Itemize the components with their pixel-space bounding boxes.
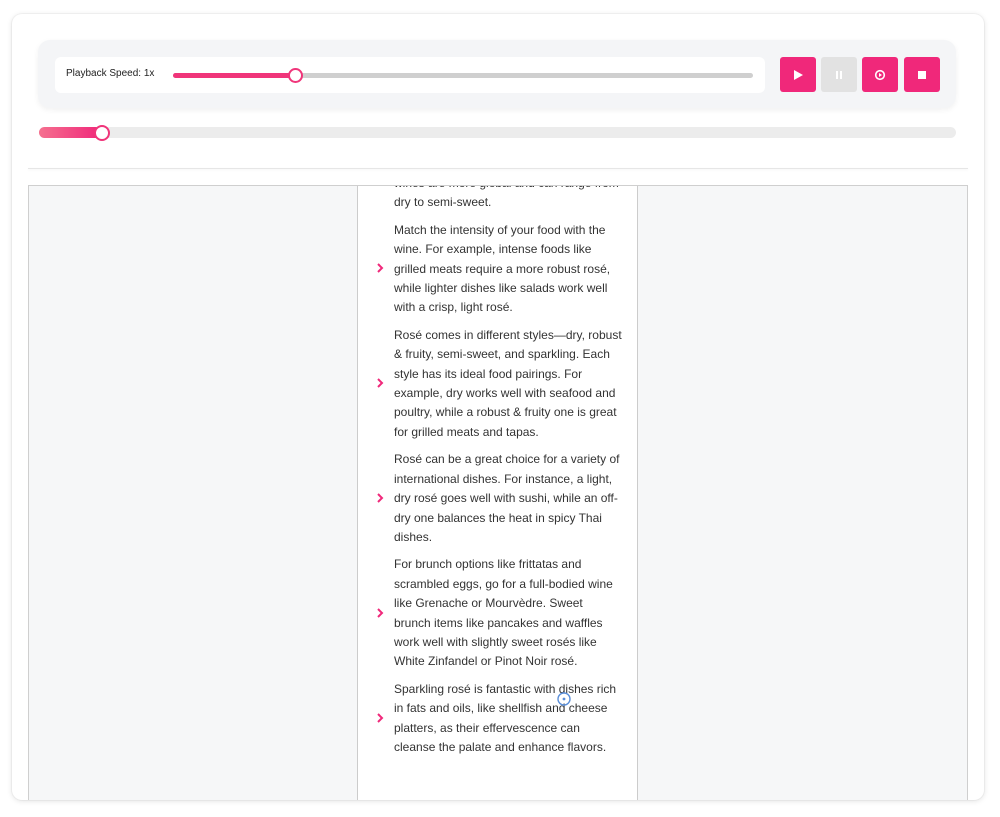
content-column: wines are more global and can range from… (357, 186, 638, 800)
chevron-right-icon (377, 607, 384, 618)
chevron-right-icon (377, 378, 384, 388)
stop-button[interactable] (904, 57, 940, 92)
record-icon (874, 69, 886, 80)
playback-control-panel: Playback Speed: 1x (38, 40, 956, 108)
chevron-right-icon (377, 493, 384, 503)
player-card: Playback Speed: 1x wines are more global… (12, 14, 984, 800)
list-item[interactable]: For brunch options like frittatas and sc… (358, 555, 637, 671)
speed-slider[interactable] (173, 68, 753, 83)
tip-text: wines are more global and can range from… (394, 186, 619, 210)
stop-icon (918, 70, 926, 79)
speed-control: Playback Speed: 1x (55, 57, 765, 93)
chevron-right-icon (377, 263, 384, 274)
tips-list: wines are more global and can range from… (358, 186, 637, 765)
pause-button[interactable] (821, 57, 857, 92)
cursor-indicator-icon (557, 692, 571, 706)
timeline-slider[interactable] (39, 125, 956, 141)
list-item[interactable]: Rosé comes in different styles—dry, robu… (358, 326, 637, 442)
pause-icon (836, 70, 842, 79)
play-icon (794, 69, 803, 80)
timeline-fill (39, 127, 102, 138)
list-item[interactable]: Sparkling rosé is fantastic with dishes … (358, 680, 637, 758)
tip-text: Rosé comes in different styles—dry, robu… (394, 327, 622, 439)
recording-viewport: wines are more global and can range from… (28, 185, 968, 800)
tip-text: Sparkling rosé is fantastic with dishes … (394, 681, 617, 754)
list-item[interactable]: Match the intensity of your food with th… (358, 221, 637, 318)
tip-text: For brunch options like frittatas and sc… (394, 557, 613, 669)
play-button[interactable] (780, 57, 816, 92)
speed-slider-fill (173, 73, 295, 78)
tip-text: Rosé can be a great choice for a variety… (394, 452, 620, 544)
record-button[interactable] (862, 57, 898, 92)
chevron-right-icon (377, 712, 384, 723)
speed-label: Playback Speed: 1x (66, 68, 155, 79)
timeline-thumb[interactable] (94, 125, 111, 141)
tip-text: Match the intensity of your food with th… (394, 222, 611, 315)
list-item[interactable]: Rosé can be a great choice for a variety… (358, 450, 637, 547)
speed-slider-thumb[interactable] (287, 68, 303, 83)
divider (28, 168, 968, 169)
list-item[interactable]: wines are more global and can range from… (358, 186, 637, 213)
